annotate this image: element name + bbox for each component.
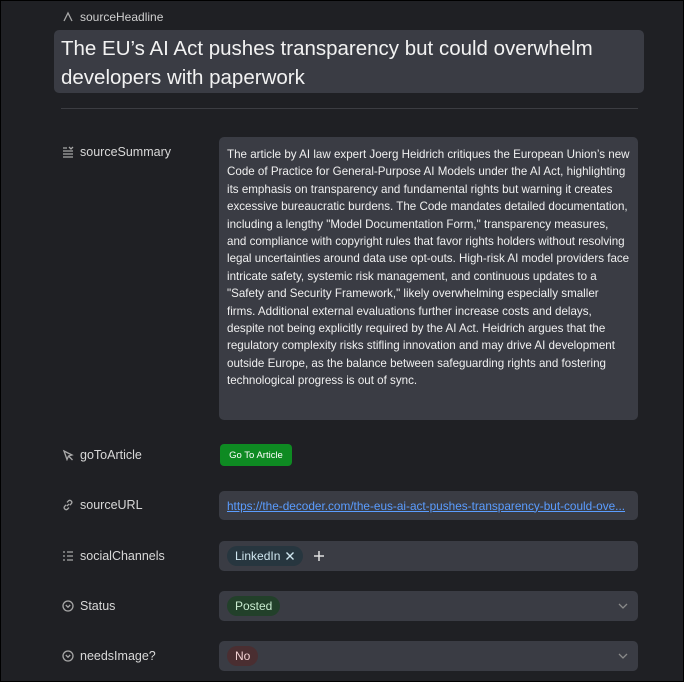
text-a-icon: [63, 11, 73, 22]
go-to-article-label-row: goToArticle: [62, 448, 142, 462]
divider: [61, 108, 638, 109]
go-to-article-button[interactable]: Go To Article: [220, 444, 292, 466]
source-url-field: https://the-decoder.com/the-eus-ai-act-p…: [219, 491, 638, 520]
tag-linkedin-label: LinkedIn: [235, 549, 281, 563]
source-summary-label: sourceSummary: [80, 145, 171, 159]
multi-select-list-icon: [63, 551, 73, 561]
source-url-label: sourceURL: [80, 498, 143, 512]
source-summary-label-row: sourceSummary: [62, 145, 171, 159]
long-text-icon: [63, 146, 74, 158]
needs-image-select[interactable]: No: [219, 641, 638, 671]
needs-image-label: needsImage?: [80, 649, 156, 663]
chevron-down-icon[interactable]: [618, 602, 628, 610]
source-url-link[interactable]: https://the-decoder.com/the-eus-ai-act-p…: [227, 499, 630, 513]
status-label: Status: [80, 599, 116, 613]
source-headline-label: sourceHeadline: [80, 10, 164, 24]
status-select[interactable]: Posted: [219, 591, 638, 621]
source-summary-field[interactable]: The article by AI law expert Joerg Heidr…: [219, 137, 638, 420]
add-channel-icon[interactable]: [313, 550, 325, 562]
chevron-down-icon[interactable]: [618, 652, 628, 660]
source-headline-field[interactable]: The EU’s AI Act pushes transparency but …: [54, 30, 644, 93]
link-icon: [63, 499, 73, 511]
status-label-row: Status: [62, 599, 115, 613]
status-tag: Posted: [227, 596, 281, 616]
source-headline-label-row: sourceHeadline: [62, 10, 163, 24]
go-to-article-label: goToArticle: [80, 448, 142, 462]
source-url-label-row: sourceURL: [62, 498, 143, 512]
social-channels-label: socialChannels: [80, 549, 165, 563]
remove-tag-icon[interactable]: [285, 551, 295, 561]
social-channels-label-row: socialChannels: [62, 549, 165, 563]
social-channels-field[interactable]: LinkedIn: [219, 541, 638, 571]
needs-image-label-row: needsImage?: [62, 649, 156, 663]
cursor-click-icon: [62, 449, 74, 461]
needs-image-tag: No: [227, 646, 259, 666]
select-chevron-icon: [62, 600, 74, 612]
select-chevron-icon: [62, 650, 74, 662]
tag-linkedin: LinkedIn: [227, 546, 304, 566]
